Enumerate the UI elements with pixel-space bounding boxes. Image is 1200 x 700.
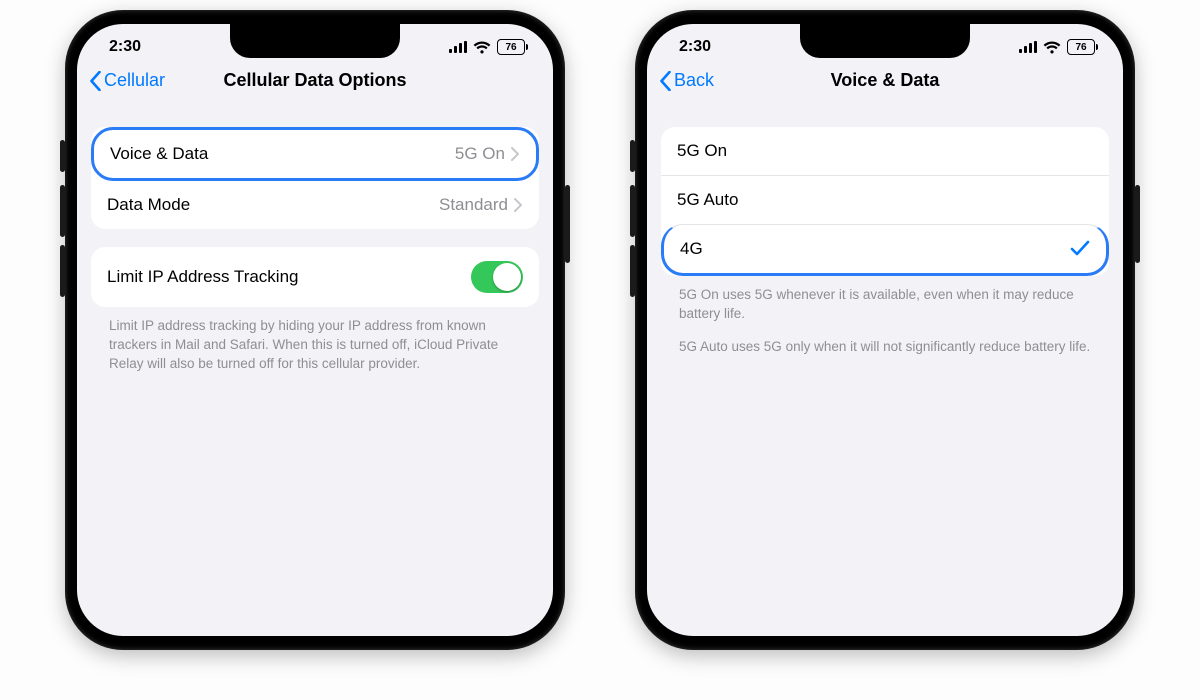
cellular-signal-icon [1019,41,1037,53]
side-button [630,185,635,237]
option-5g-on[interactable]: 5G On [661,127,1109,175]
row-label: Limit IP Address Tracking [107,267,471,287]
option-4g[interactable]: 4G [661,224,1109,276]
battery-icon: 76 [1067,39,1095,55]
option-5g-auto[interactable]: 5G Auto [661,175,1109,224]
row-data-mode[interactable]: Data Mode Standard [91,181,539,229]
page-title: Voice & Data [647,70,1123,91]
toggle-switch[interactable] [471,261,523,293]
footer-note: Limit IP address tracking by hiding your… [91,307,539,374]
notch [230,24,400,58]
row-value: 5G On [455,144,505,164]
row-value: Standard [439,195,508,215]
settings-group: Voice & Data 5G On Data Mode Standard [91,127,539,229]
option-label: 5G Auto [677,190,1093,210]
back-label: Cellular [104,70,165,91]
side-button [60,245,65,297]
option-label: 4G [680,239,1070,259]
side-button [60,185,65,237]
footer-note: 5G Auto uses 5G only when it will not si… [661,324,1109,357]
side-button [630,245,635,297]
chevron-right-icon [511,147,520,161]
status-time: 2:30 [109,38,141,56]
row-label: Data Mode [107,195,439,215]
chevron-left-icon [659,71,672,91]
nav-bar: Back Voice & Data [647,60,1123,103]
option-label: 5G On [677,141,1093,161]
row-limit-ip-tracking[interactable]: Limit IP Address Tracking [91,247,539,307]
battery-icon: 76 [497,39,525,55]
checkmark-icon [1070,240,1090,258]
side-button [60,140,65,172]
options-group: 5G On 5G Auto 4G [661,127,1109,276]
wifi-icon [473,41,491,54]
cellular-signal-icon [449,41,467,53]
chevron-left-icon [89,71,102,91]
status-time: 2:30 [679,38,711,56]
back-label: Back [674,70,714,91]
back-button[interactable]: Cellular [89,70,165,91]
wifi-icon [1043,41,1061,54]
notch [800,24,970,58]
row-voice-and-data[interactable]: Voice & Data 5G On [91,127,539,181]
chevron-right-icon [514,198,523,212]
phone-right: 2:30 76 Back Voice & Data 5G On [635,10,1135,650]
phone-left: 2:30 76 Cellular Cellular Data Options [65,10,565,650]
settings-group: Limit IP Address Tracking [91,247,539,307]
side-button [630,140,635,172]
footer-note: 5G On uses 5G whenever it is available, … [661,276,1109,324]
side-button [1135,185,1140,263]
nav-bar: Cellular Cellular Data Options [77,60,553,103]
side-button [565,185,570,263]
back-button[interactable]: Back [659,70,714,91]
row-label: Voice & Data [110,144,455,164]
